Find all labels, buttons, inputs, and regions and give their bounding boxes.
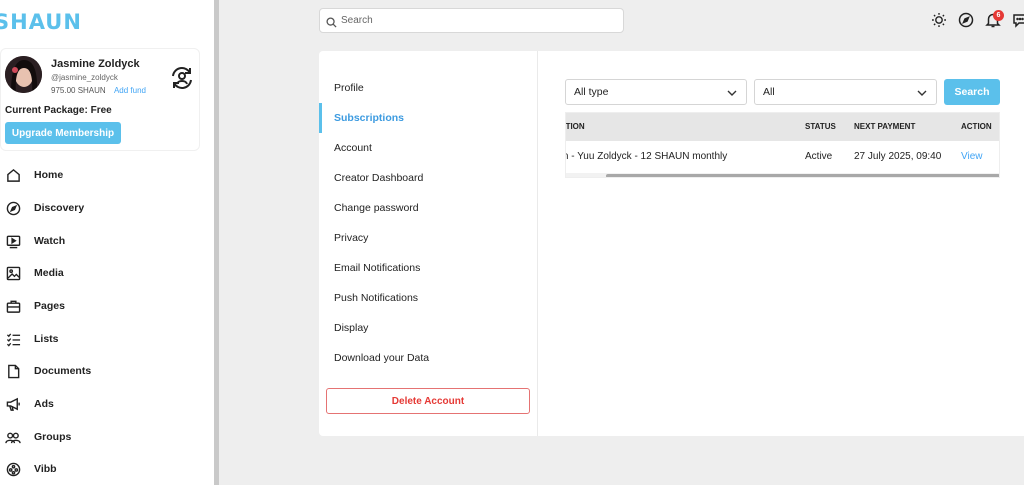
search-input[interactable] [341,11,621,30]
settings-panel: Profile Subscriptions Account Creator Da… [319,51,1024,436]
megaphone-icon [5,396,21,412]
type-filter-select[interactable]: All type [565,79,747,105]
profile-card: Jasmine Zoldyck @jasmine_zoldyck 975.00 … [0,48,200,151]
column-header-description: DESCRIPTION [565,122,585,131]
column-header-next-payment: NEXT PAYMENT [854,122,916,131]
nav-item-ads[interactable]: Ads [0,390,210,418]
chevron-down-icon [917,88,927,100]
left-sidebar: SHAUN Jasmine Zoldyck @jasmine_zoldyck 9… [0,0,214,485]
delete-account-button[interactable]: Delete Account [326,388,530,414]
view-subscription-link[interactable]: View [961,151,983,162]
play-icon [5,233,21,249]
nav-label: Vibb [34,463,57,475]
upgrade-membership-button[interactable]: Upgrade Membership [5,122,121,144]
cell-description: Profile subscription - Yuu Zoldyck - 12 … [566,151,728,162]
nav-item-lists[interactable]: Lists [0,325,210,353]
settings-item-email-notifications[interactable]: Email Notifications [319,253,537,283]
settings-menu: Profile Subscriptions Account Creator Da… [319,51,538,436]
balance-amount: 975.00 SHAUN [51,86,106,95]
nav-label: Media [34,267,64,279]
settings-item-privacy[interactable]: Privacy [319,223,537,253]
nav-item-watch[interactable]: Watch [0,227,210,255]
avatar[interactable] [5,56,42,93]
shaun-logo[interactable]: SHAUN [0,10,82,34]
nav-item-documents[interactable]: Documents [0,357,210,385]
settings-item-account[interactable]: Account [319,133,537,163]
subscriptions-search-button[interactable]: Search [944,79,1000,105]
user-name: Jasmine Zoldyck [51,58,140,70]
type-filter-value: All type [574,86,609,98]
explore-compass-icon[interactable] [958,12,974,28]
subscriptions-table: DESCRIPTION STATUS NEXT PAYMENT ACTION P… [565,112,1000,178]
settings-item-change-password[interactable]: Change password [319,193,537,223]
nav-label: Home [34,169,64,181]
nav-label: Watch [34,235,66,247]
status-filter-value: All [763,86,775,98]
document-icon [5,363,21,379]
settings-item-download-data[interactable]: Download your Data [319,343,537,373]
nav-item-discovery[interactable]: Discovery [0,194,210,222]
briefcase-icon [5,298,21,314]
column-header-action: ACTION [961,122,992,131]
settings-item-creator-dashboard[interactable]: Creator Dashboard [319,163,537,193]
nav-item-media[interactable]: Media [0,259,210,287]
nav-label: Discovery [34,202,85,214]
table-horizontal-scrollbar[interactable] [566,173,999,177]
user-handle: @jasmine_zoldyck [51,73,118,82]
search-icon [326,15,337,33]
home-icon [5,167,21,183]
nav-label: Pages [34,300,65,312]
status-filter-select[interactable]: All [754,79,937,105]
checklist-icon [5,331,21,347]
global-search-box[interactable] [319,8,624,33]
settings-item-push-notifications[interactable]: Push Notifications [319,283,537,313]
chevron-down-icon [727,88,737,100]
switch-account-icon[interactable] [169,65,195,91]
nav-label: Ads [34,398,54,410]
user-balance: 975.00 SHAUN Add fund [51,86,146,95]
nav-label: Groups [34,431,72,443]
compass-icon [5,200,21,216]
sidebar-scrollbar[interactable] [214,0,219,485]
table-header: DESCRIPTION STATUS NEXT PAYMENT ACTION [565,113,999,141]
nav-item-home[interactable]: Home [0,161,210,189]
nav-label: Documents [34,365,92,377]
nav-item-groups[interactable]: Groups [0,423,210,451]
chat-bubble-icon[interactable] [1012,12,1024,28]
group-icon [5,429,21,445]
current-package: Current Package: Free [5,105,112,116]
settings-item-subscriptions[interactable]: Subscriptions [319,103,537,133]
cell-next-payment: 27 July 2025, 09:40 [854,151,942,162]
scrollbar-thumb[interactable] [606,174,999,177]
film-reel-icon [5,461,21,477]
cell-status: Active [805,151,833,162]
nav-label: Lists [34,333,59,345]
settings-item-display[interactable]: Display [319,313,537,343]
nav-item-pages[interactable]: Pages [0,292,210,320]
settings-item-profile[interactable]: Profile [319,73,537,103]
add-fund-link[interactable]: Add fund [114,86,146,95]
notification-count-badge: 6 [993,10,1004,21]
nav-item-vibb[interactable]: Vibb [0,455,210,483]
image-icon [5,265,21,281]
theme-toggle-sun-icon[interactable] [931,12,947,28]
column-header-status: STATUS [805,122,836,131]
